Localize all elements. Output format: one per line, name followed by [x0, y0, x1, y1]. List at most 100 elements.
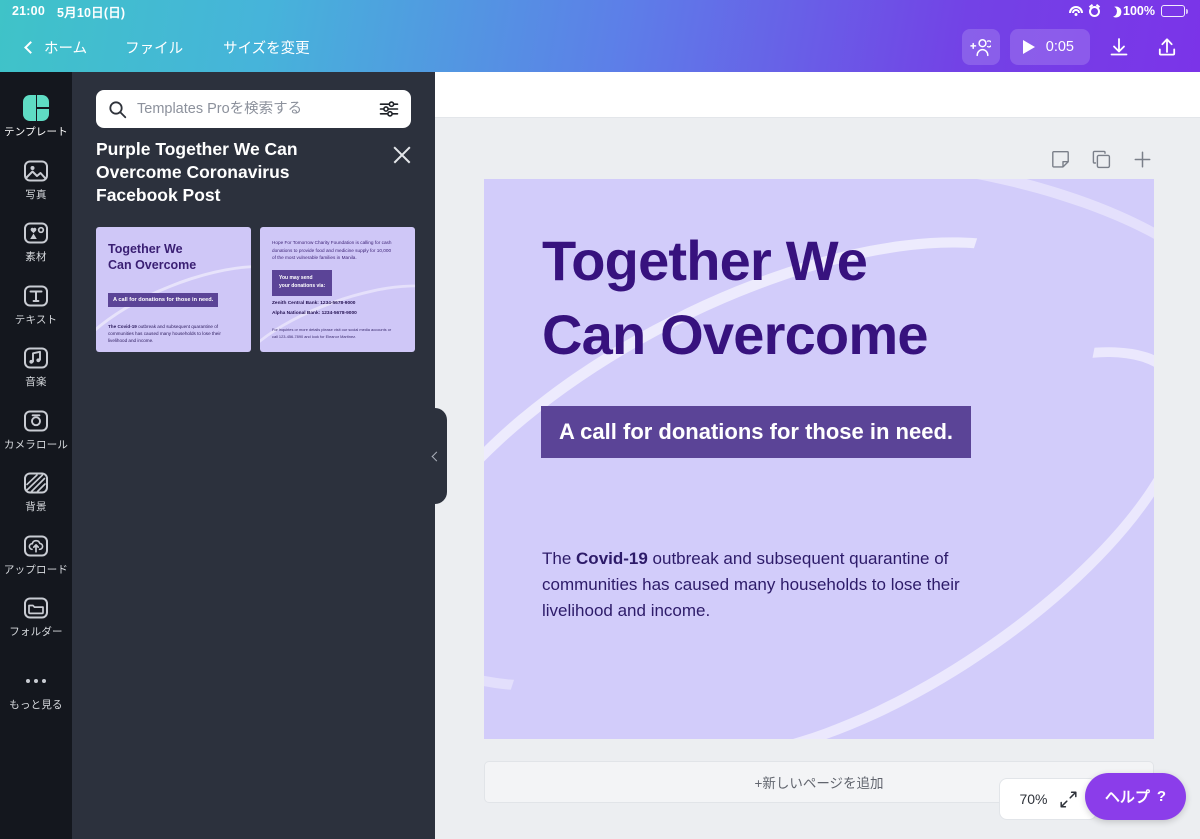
canvas-area: Together We Can Overcome A call for dona… — [435, 118, 1200, 839]
thumb2-bank-1: Zenith Central Bank: 1234-5678-9000 — [272, 301, 356, 306]
sidebar-item-templates[interactable]: テンプレート — [0, 84, 72, 147]
more-dots-icon — [26, 667, 46, 695]
chevron-left-icon — [431, 451, 442, 461]
editor-toolbar-strip — [435, 72, 1200, 118]
template-search-bar[interactable] — [96, 90, 411, 128]
sidebar-item-label: 写真 — [25, 188, 47, 201]
sidebar-item-music[interactable]: 音楽 — [0, 334, 72, 397]
status-bar-left: 21:00 5月10日(日) — [12, 2, 125, 21]
page-tools — [1051, 150, 1152, 169]
help-button[interactable]: ヘルプ ? — [1084, 773, 1186, 820]
search-icon — [109, 100, 127, 118]
thumb1-title: Together We Can Overcome — [108, 242, 197, 273]
sticky-note-icon — [1052, 151, 1069, 168]
search-input[interactable] — [137, 101, 369, 117]
chevron-left-icon — [24, 40, 37, 54]
design-headline[interactable]: Together We Can Overcome — [542, 224, 928, 372]
wifi-icon — [1069, 5, 1084, 17]
home-button[interactable]: ホーム — [14, 30, 99, 65]
templates-panel: Purple Together We Can Overcome Coronavi… — [72, 72, 435, 839]
background-icon — [24, 472, 48, 494]
sidebar-item-label: 背景 — [25, 501, 47, 513]
status-bar-right: 100% — [1069, 4, 1188, 18]
download-button[interactable] — [1100, 29, 1138, 65]
design-headline-line2: Can Overcome — [542, 302, 928, 366]
sidebar-item-label: カメラロール — [3, 438, 69, 451]
thumb2-foot: For inquiries or more details please vis… — [272, 327, 392, 339]
sidebar-item-label: 素材 — [25, 251, 47, 263]
design-subtitle-banner[interactable]: A call for donations for those in need. — [541, 406, 971, 458]
sidebar-item-camera-roll[interactable]: カメラロール — [0, 397, 72, 460]
zoom-level-label: 70% — [1019, 791, 1048, 807]
text-icon — [24, 285, 48, 306]
thumb1-body: The Covid-19 outbreak and subsequent qua… — [108, 324, 221, 344]
share-button[interactable] — [1148, 29, 1186, 65]
nav-right-group: 0:05 — [961, 29, 1200, 65]
template-thumbnail-2[interactable]: Hope For Tomorrow Charity Foundation is … — [260, 227, 415, 352]
elements-icon — [24, 222, 48, 244]
editor-nav-bar: ホーム ファイル サイズを変更 0:05 — [0, 22, 1200, 72]
duplicate-page-button[interactable] — [1092, 150, 1111, 169]
filter-sliders-icon[interactable] — [379, 100, 399, 118]
music-icon — [24, 347, 48, 369]
templates-icon — [22, 94, 50, 122]
file-menu-button[interactable]: ファイル — [113, 30, 195, 65]
sidebar-item-folder[interactable]: フォルダー — [0, 584, 72, 647]
design-headline-line1: Together We — [542, 229, 868, 292]
status-bar: 21:00 5月10日(日) 100% — [0, 0, 1200, 22]
canva-editor-app: 21:00 5月10日(日) 100% ホーム ファイル サイズを変更 0:05… — [0, 0, 1200, 839]
sidebar-item-elements[interactable]: 素材 — [0, 209, 72, 272]
template-thumbnail-1[interactable]: Together We Can Overcome A call for donat… — [96, 227, 251, 352]
body-bold: Covid-19 — [576, 549, 648, 568]
share-icon — [1158, 38, 1176, 56]
sidebar-item-label: テンプレート — [4, 126, 68, 138]
download-icon — [1110, 38, 1128, 56]
zoom-control[interactable]: 70% — [999, 778, 1097, 820]
sidebar-item-text[interactable]: テキスト — [0, 272, 72, 335]
sidebar-item-label: テキスト — [14, 313, 58, 326]
add-people-button[interactable] — [961, 29, 1000, 65]
alarm-icon — [1089, 5, 1101, 17]
body-prefix: The — [542, 549, 577, 568]
design-canvas-page[interactable]: Together We Can Overcome A call for dona… — [484, 179, 1154, 739]
folder-icon — [24, 597, 48, 619]
expand-arrows-icon[interactable] — [1059, 791, 1077, 808]
present-play-button[interactable]: 0:05 — [1009, 29, 1090, 65]
top-bar: 21:00 5月10日(日) 100% ホーム ファイル サイズを変更 0:05 — [0, 0, 1200, 72]
sidebar-item-photos[interactable]: 写真 — [0, 147, 72, 210]
design-subtitle-text: A call for donations for those in need. — [559, 419, 953, 444]
thumb2-banks: Zenith Central Bank: 1234-5678-9000 Alph… — [272, 299, 357, 319]
home-button-label: ホーム — [44, 40, 88, 57]
thumb2-bank-2: Alpha National Bank: 1234-5678-9000 — [272, 311, 357, 317]
sidebar-item-more[interactable]: もっと見る — [0, 657, 72, 720]
add-people-icon — [970, 38, 992, 56]
add-new-page-label: +新しいページを追加 — [754, 776, 884, 791]
nav-left-group: ホーム ファイル サイズを変更 — [0, 30, 322, 65]
thumb1-band: A call for donations for those in need. — [108, 293, 219, 307]
play-icon — [1022, 40, 1035, 54]
help-question-mark: ? — [1156, 788, 1166, 805]
upload-icon — [24, 535, 48, 556]
photo-icon — [24, 160, 48, 181]
sidebar-item-background[interactable]: 背景 — [0, 459, 72, 522]
design-body-paragraph[interactable]: The Covid-19 outbreak and subsequent qua… — [542, 546, 962, 623]
left-sidebar-rail: テンプレート 写真 素材 テキスト 音楽 カメラロール 背景 アップロード フォ… — [0, 72, 72, 839]
present-timer: 0:05 — [1045, 39, 1074, 55]
resize-button[interactable]: サイズを変更 — [211, 30, 322, 65]
resize-label: サイズを変更 — [223, 40, 310, 57]
close-icon[interactable] — [391, 144, 413, 166]
plus-icon — [1134, 151, 1151, 168]
add-page-button[interactable] — [1133, 150, 1152, 169]
thumb2-band: You may send your donations via: — [272, 270, 333, 296]
camera-roll-icon — [24, 410, 48, 431]
panel-collapse-handle[interactable] — [423, 408, 447, 504]
status-date: 5月10日(日) — [56, 5, 126, 20]
help-button-label: ヘルプ — [1104, 789, 1150, 806]
file-menu-label: ファイル — [125, 40, 184, 57]
sidebar-item-label: フォルダー — [9, 626, 63, 638]
moon-icon — [1104, 4, 1118, 18]
sidebar-item-upload[interactable]: アップロード — [0, 522, 72, 585]
battery-icon — [1161, 5, 1188, 17]
notes-button[interactable] — [1051, 150, 1070, 169]
panel-title: Purple Together We Can Overcome Coronavi… — [96, 139, 298, 206]
